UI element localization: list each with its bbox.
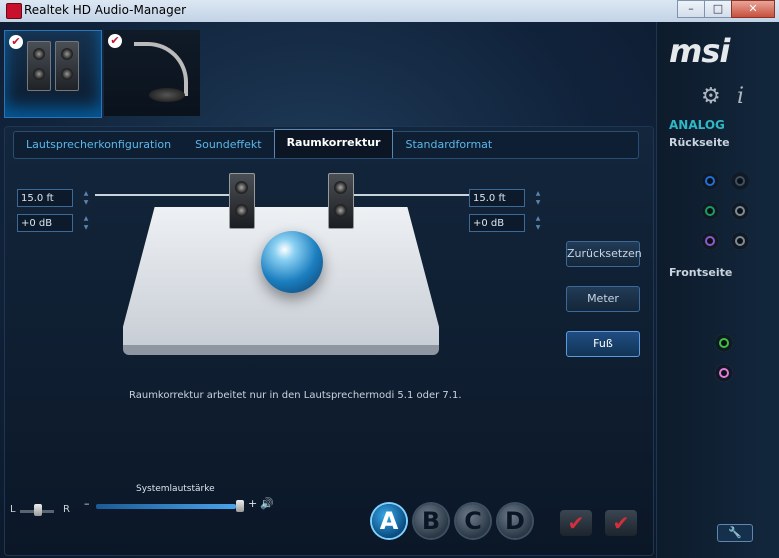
wrench-icon[interactable]: 🔧: [717, 524, 753, 542]
speaker-device-tab[interactable]: ✔: [4, 30, 102, 118]
arrow-down-icon: ▼: [83, 199, 89, 206]
arrow-down-icon: ▼: [535, 199, 541, 206]
tab-sound-effect[interactable]: Soundeffekt: [183, 132, 273, 158]
tab-default-format[interactable]: Standardformat: [393, 132, 504, 158]
front-jack-green[interactable]: [715, 334, 733, 352]
front-label: Frontseite: [669, 266, 733, 279]
microphone-base-icon: [149, 88, 185, 102]
rear-jack-purple[interactable]: [701, 232, 719, 250]
apply-check-icon-2[interactable]: ✔: [605, 510, 637, 536]
window-controls: – □ ✕: [677, 0, 775, 18]
rear-jack-gray-2[interactable]: [731, 232, 749, 250]
volume-title: Systemlautstärke: [136, 484, 215, 494]
rear-label: Rückseite: [669, 136, 730, 149]
volume-slider-knob[interactable]: [236, 500, 244, 512]
balance-left-label: L: [10, 504, 16, 515]
balance-right-label: R: [63, 504, 70, 515]
volume-slider[interactable]: [96, 504, 236, 509]
left-distance-spinner[interactable]: ▲ ▼: [81, 189, 91, 207]
arrow-up-icon: ▲: [535, 190, 541, 197]
info-icon[interactable]: i: [737, 84, 744, 109]
front-jack-pink[interactable]: [715, 364, 733, 382]
listening-room-table-edge: [123, 345, 439, 355]
reset-button[interactable]: Zurücksetzen: [566, 241, 642, 267]
arrow-down-icon: ▼: [535, 224, 541, 231]
meter-button[interactable]: Meter: [566, 286, 640, 312]
gear-icon[interactable]: ⚙: [701, 84, 721, 109]
speaker-left-icon: [27, 41, 51, 91]
foot-button[interactable]: Fuß: [566, 331, 640, 357]
bottom-bar: L R Systemlautstärke – + 🔊 A B C D ✔ ✔: [0, 462, 656, 558]
profile-b-button[interactable]: B: [414, 504, 448, 538]
arrow-down-icon: ▼: [83, 224, 89, 231]
analog-heading: ANALOG: [669, 118, 725, 132]
left-distance-field[interactable]: 15.0 ft: [17, 189, 73, 207]
rear-jack-silver[interactable]: [731, 202, 749, 220]
right-gain-field[interactable]: +0 dB: [469, 214, 525, 232]
right-gain-spinner[interactable]: ▲ ▼: [533, 214, 543, 232]
right-distance-field[interactable]: 15.0 ft: [469, 189, 525, 207]
right-distance-spinner[interactable]: ▲ ▼: [533, 189, 543, 207]
arrow-up-icon: ▲: [83, 190, 89, 197]
app-client: ✔ ✔ msi ⚙ i ANALOG Rückseite Frontseite …: [0, 22, 779, 558]
tab-room-correction[interactable]: Raumkorrektur: [273, 128, 394, 158]
tab-speaker-config[interactable]: Lautsprecherkonfiguration: [14, 132, 183, 158]
check-icon: ✔: [108, 34, 122, 48]
front-right-speaker-icon[interactable]: [328, 173, 354, 229]
title-bar: Realtek HD Audio-Manager – □ ✕: [0, 0, 779, 23]
profile-c-button[interactable]: C: [456, 504, 490, 538]
msi-logo: msi: [669, 32, 730, 70]
speaker-volume-icon[interactable]: 🔊: [260, 497, 274, 510]
arrow-up-icon: ▲: [83, 215, 89, 222]
rear-jack-green[interactable]: [701, 202, 719, 220]
minimize-button[interactable]: –: [677, 0, 705, 18]
microphone-device-tab[interactable]: ✔: [104, 30, 200, 116]
listener-position-orb[interactable]: [261, 231, 323, 293]
window-title: Realtek HD Audio-Manager: [24, 3, 187, 17]
tab-bar: Lautsprecherkonfiguration Soundeffekt Ra…: [13, 128, 639, 159]
left-speaker-connector: [95, 194, 229, 196]
speaker-right-icon: [55, 41, 79, 91]
app-icon: [6, 3, 22, 19]
room-correction-note: Raumkorrektur arbeitet nur in den Lautsp…: [129, 390, 462, 401]
maximize-button[interactable]: □: [704, 0, 732, 18]
sidebar: msi ⚙ i ANALOG Rückseite Frontseite 🔧: [656, 22, 779, 558]
rear-jack-gray[interactable]: [731, 172, 749, 190]
volume-minus-icon[interactable]: –: [84, 497, 90, 510]
balance-slider-knob[interactable]: [34, 504, 42, 516]
front-left-speaker-icon[interactable]: [229, 173, 255, 229]
right-speaker-connector: [353, 194, 469, 196]
check-icon: ✔: [9, 35, 23, 49]
profile-d-button[interactable]: D: [498, 504, 532, 538]
volume-plus-icon[interactable]: +: [248, 497, 257, 510]
profile-a-button[interactable]: A: [372, 504, 406, 538]
device-strip: ✔ ✔: [4, 30, 204, 118]
arrow-up-icon: ▲: [535, 215, 541, 222]
left-gain-spinner[interactable]: ▲ ▼: [81, 214, 91, 232]
left-gain-field[interactable]: +0 dB: [17, 214, 73, 232]
close-button[interactable]: ✕: [731, 0, 775, 18]
rear-jack-blue[interactable]: [701, 172, 719, 190]
apply-check-icon[interactable]: ✔: [560, 510, 592, 536]
